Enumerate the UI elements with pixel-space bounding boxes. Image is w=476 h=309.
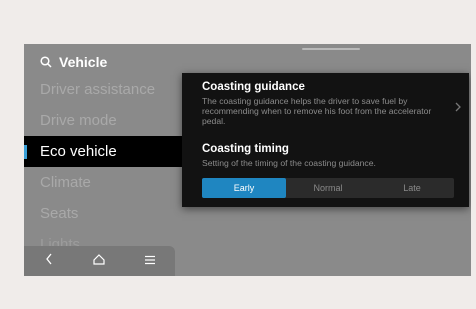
coasting-guidance-title: Coasting guidance [202,81,305,93]
menu-icon [144,252,156,270]
settings-menu: Driver assistance Drive mode Eco vehicle… [24,74,182,260]
home-button[interactable] [84,249,114,273]
menu-item-drive-mode[interactable]: Drive mode [24,105,182,136]
menu-button[interactable] [135,249,165,273]
back-icon [45,252,53,270]
coasting-timing-row: Coasting timing Setting of the timing of… [202,143,455,168]
coasting-guidance-row[interactable]: Coasting guidance The coasting guidance … [202,81,455,126]
search-label: Vehicle [59,54,108,70]
coasting-timing-description: Setting of the timing of the coasting gu… [202,158,376,168]
coasting-guidance-description: The coasting guidance helps the driver t… [202,96,432,126]
search-bar[interactable]: Vehicle [40,50,107,74]
menu-item-seats[interactable]: Seats [24,198,182,229]
timing-option-early[interactable]: Early [202,178,286,198]
coasting-timing-selector: Early Normal Late [202,178,454,198]
menu-item-eco-vehicle[interactable]: Eco vehicle [24,136,182,167]
drag-handle[interactable] [302,48,360,50]
bottom-nav-bar [24,246,175,276]
chevron-right-icon[interactable] [455,99,461,117]
coasting-timing-title: Coasting timing [202,143,289,155]
home-icon [93,252,106,270]
menu-item-driver-assistance[interactable]: Driver assistance [24,74,182,105]
back-button[interactable] [34,249,64,273]
eco-vehicle-popup: Coasting guidance The coasting guidance … [182,73,469,207]
infotainment-screen: Vehicle Driver assistance Drive mode Eco… [24,44,471,276]
menu-item-climate[interactable]: Climate [24,167,182,198]
timing-option-late[interactable]: Late [370,178,454,198]
search-icon [40,56,52,68]
timing-option-normal[interactable]: Normal [286,178,370,198]
